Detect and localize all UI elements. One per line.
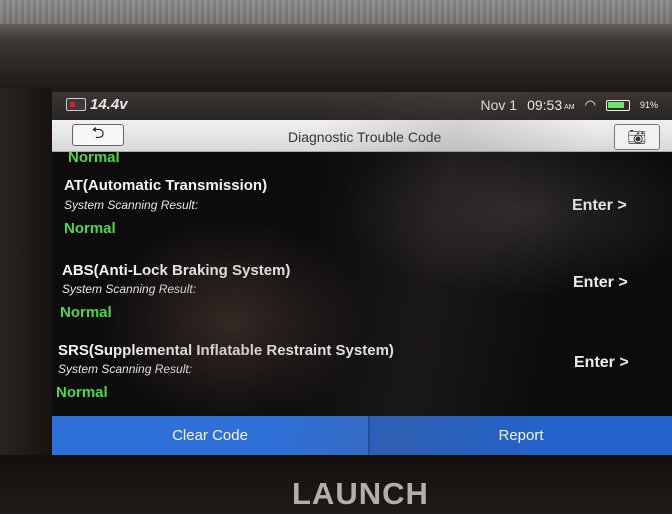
voltage-readout: 14.4v xyxy=(90,96,128,113)
status-ampm: AM xyxy=(564,103,575,111)
status-left: 14.4v xyxy=(66,96,128,113)
device-bezel-left xyxy=(0,88,52,514)
status-bar: 14.4v Nov 1 09:53 AM ◠ 91% xyxy=(52,92,672,120)
row-status: Normal xyxy=(60,304,112,321)
fabric-texture xyxy=(0,0,672,24)
brand-logo: LAUNCH xyxy=(292,476,429,511)
enter-button[interactable]: Enter > xyxy=(573,274,628,292)
report-button[interactable]: Report xyxy=(370,416,672,455)
battery-percent: 91% xyxy=(639,100,658,110)
camera-icon: 📷︎ xyxy=(627,129,647,146)
status-date: Nov 1 xyxy=(480,97,518,113)
row-label: System Scanning Result: xyxy=(62,282,197,296)
page-title: Diagnostic Trouble Code xyxy=(288,129,442,145)
vehicle-battery-icon xyxy=(66,98,86,111)
list-item-at[interactable]: AT(Automatic Transmission) System Scanni… xyxy=(52,176,672,246)
row-label: System Scanning Result: xyxy=(64,198,199,212)
row-status: Normal xyxy=(64,220,116,237)
status-right: Nov 1 09:53 AM ◠ 91% xyxy=(481,97,658,113)
list-item-abs[interactable]: ABS(Anti-Lock Braking System) System Sca… xyxy=(52,262,672,336)
clear-code-button[interactable]: Clear Code xyxy=(52,416,370,455)
row-name: SRS(Supplemental Inflatable Restraint Sy… xyxy=(58,342,394,359)
bottom-action-bar: Clear Code Report xyxy=(52,416,672,455)
row-label: System Scanning Result: xyxy=(58,362,193,376)
status-time: 09:53 xyxy=(527,97,563,113)
screenshot-button[interactable]: 📷︎ xyxy=(614,124,660,150)
back-button[interactable]: ⮌ xyxy=(72,124,124,146)
enter-button[interactable]: Enter > xyxy=(574,354,629,372)
battery-icon xyxy=(605,99,630,111)
row-status: Normal xyxy=(68,149,120,166)
back-arrow-icon: ⮌ xyxy=(91,124,105,142)
list-item: Normal xyxy=(52,149,672,168)
row-name: ABS(Anti-Lock Braking System) xyxy=(62,262,291,279)
device-screen: 14.4v Nov 1 09:53 AM ◠ 91% ⮌ Diagnostic … xyxy=(52,92,672,455)
row-status: Normal xyxy=(56,384,108,401)
row-name: AT(Automatic Transmission) xyxy=(64,177,268,194)
list-item-srs[interactable]: SRS(Supplemental Inflatable Restraint Sy… xyxy=(52,342,672,414)
system-list: Normal AT(Automatic Transmission) System… xyxy=(52,149,672,416)
photo-background-top xyxy=(0,0,672,92)
wifi-icon: ◠ xyxy=(584,97,596,112)
title-bar: ⮌ Diagnostic Trouble Code 📷︎ xyxy=(52,120,672,152)
enter-button[interactable]: Enter > xyxy=(572,197,627,215)
